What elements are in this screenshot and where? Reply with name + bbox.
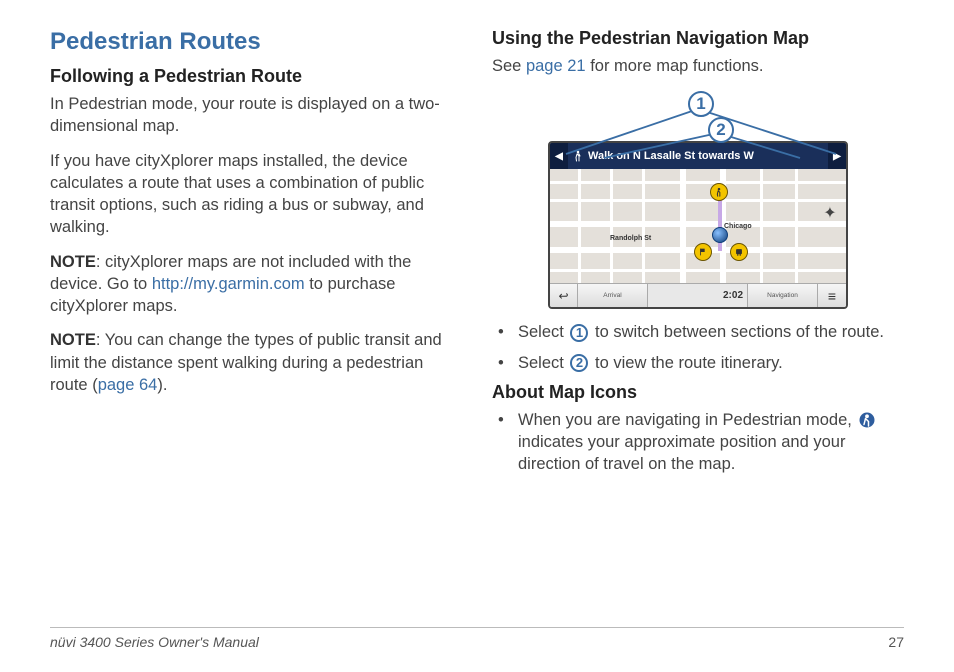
bullet-select-2: Select 2 to view the route itinerary. [492, 352, 904, 374]
bullet-callout-1: 1 [570, 324, 588, 342]
map-canvas[interactable]: Randolph St Chicago ✦ [550, 169, 846, 283]
street-label-randolph: Randolph St [610, 235, 651, 242]
note-1: NOTE: cityXplorer maps are not included … [50, 251, 462, 318]
bullet-select-1: Select 1 to switch between sections of t… [492, 321, 904, 343]
map-roads [550, 169, 846, 283]
right-column: Using the Pedestrian Navigation Map See … [492, 28, 904, 598]
page-footer: nüvi 3400 Series Owner's Manual 27 [50, 627, 904, 650]
using-map-bullets: Select 1 to switch between sections of t… [492, 321, 904, 374]
bullet-1-b: to switch between sections of the route. [590, 323, 884, 341]
footer-manual-title: nüvi 3400 Series Owner's Manual [50, 634, 259, 650]
street-label-chicago: Chicago [724, 223, 752, 230]
map-back-button[interactable]: ↩ [550, 284, 578, 307]
bullet-3-b: indicates your approximate position and … [518, 433, 845, 473]
map-arrival-label: Arrival [603, 292, 621, 299]
pin-flag-icon [698, 247, 708, 257]
left-column: Pedestrian Routes Following a Pedestrian… [50, 28, 462, 598]
position-inline-icon [858, 411, 876, 429]
map-menu-button[interactable]: ≡ [818, 284, 846, 307]
bullet-2-a: Select [518, 354, 568, 372]
page-title: Pedestrian Routes [50, 28, 462, 56]
pin-bus-icon [734, 247, 744, 257]
note-1-label: NOTE [50, 253, 96, 271]
note-2-label: NOTE [50, 331, 96, 349]
bullet-2-b: to view the route itinerary. [590, 354, 782, 372]
subheading-about-icons: About Map Icons [492, 382, 904, 403]
compass-icon[interactable]: ✦ [820, 203, 840, 223]
map-figure: 1 2 ◀ Walk on N Lasalle St towards W ▶ [492, 89, 904, 309]
see-b: for more map functions. [586, 57, 764, 75]
link-page21[interactable]: page 21 [526, 57, 586, 75]
figure-callouts: 1 2 [548, 89, 848, 141]
subheading-following: Following a Pedestrian Route [50, 66, 462, 87]
link-mygarmin[interactable]: http://my.garmin.com [152, 275, 305, 293]
see-page21: See page 21 for more map functions. [492, 55, 904, 77]
link-page64[interactable]: page 64 [98, 376, 158, 394]
note-2: NOTE: You can change the types of public… [50, 329, 462, 396]
map-clock: 2:02 [648, 284, 748, 307]
bullet-1-a: Select [518, 323, 568, 341]
para-intro: In Pedestrian mode, your route is displa… [50, 93, 462, 138]
map-bottombar: ↩ Arrival 2:02 Navigation ≡ [550, 283, 846, 307]
bullet-callout-2: 2 [570, 354, 588, 372]
about-icons-bullets: When you are navigating in Pedestrian mo… [492, 409, 904, 476]
map-nav-label: Navigation [767, 292, 798, 299]
map-clock-text: 2:02 [723, 290, 743, 301]
subheading-using-map: Using the Pedestrian Navigation Map [492, 28, 904, 49]
map-nav-chip[interactable]: Navigation [748, 284, 818, 307]
page-columns: Pedestrian Routes Following a Pedestrian… [50, 28, 904, 598]
para-cityxplorer: If you have cityXplorer maps installed, … [50, 150, 462, 239]
pin-walk-icon [714, 187, 724, 197]
note-2-text-b: ). [157, 376, 167, 394]
bullet-3-a: When you are navigating in Pedestrian mo… [518, 411, 856, 429]
bullet-about-position: When you are navigating in Pedestrian mo… [492, 409, 904, 476]
footer-page-number: 27 [888, 634, 904, 650]
see-a: See [492, 57, 526, 75]
map-arrival-chip[interactable]: Arrival [578, 284, 648, 307]
